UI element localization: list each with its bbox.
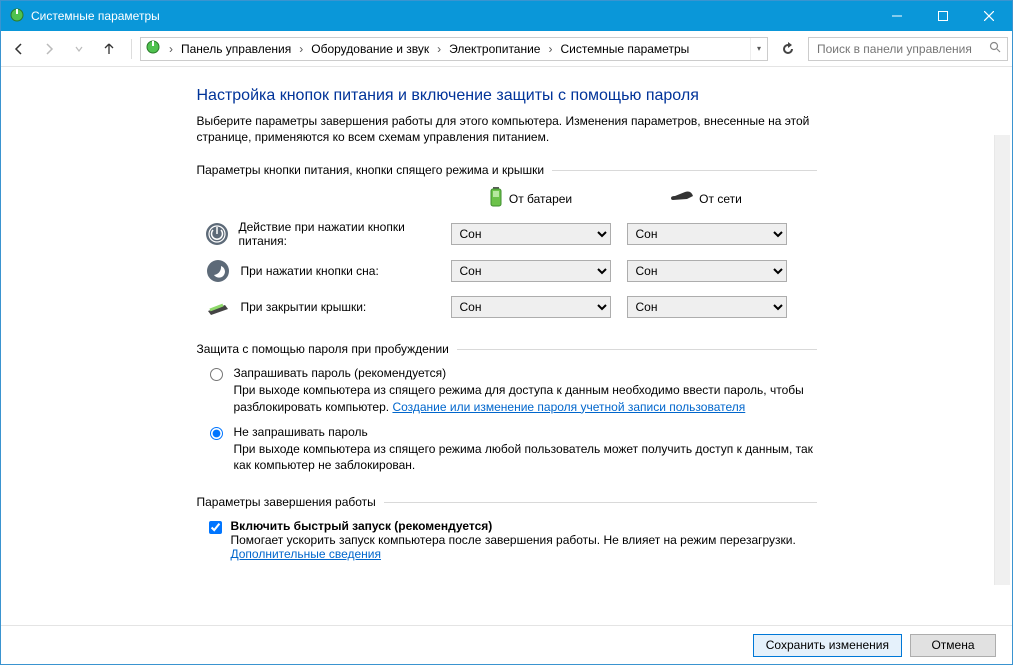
section-title: Защита с помощью пароля при пробуждении <box>197 342 449 356</box>
chevron-right-icon[interactable]: › <box>544 38 556 60</box>
radio-no-password-input[interactable] <box>210 427 223 440</box>
scrollbar[interactable] <box>994 135 1010 585</box>
checkbox-fast-startup[interactable]: Включить быстрый запуск (рекомендуется) … <box>205 519 817 561</box>
breadcrumb-item[interactable]: Панель управления <box>177 38 295 60</box>
radio-label: Запрашивать пароль (рекомендуется) <box>234 366 817 380</box>
row-lid-close: При закрытии крышки: <box>205 294 435 320</box>
breadcrumb-item[interactable]: Системные параметры <box>556 38 693 60</box>
section-header-buttons: Параметры кнопки питания, кнопки спящего… <box>197 163 817 177</box>
section-title: Параметры кнопки питания, кнопки спящего… <box>197 163 545 177</box>
search-box[interactable] <box>808 37 1008 61</box>
lid-close-ac-select[interactable]: Сон <box>627 296 787 318</box>
section-title: Параметры завершения работы <box>197 495 376 509</box>
search-input[interactable] <box>815 41 989 57</box>
titlebar: Системные параметры <box>1 1 1012 31</box>
breadcrumb-item[interactable]: Оборудование и звук <box>307 38 433 60</box>
cancel-button[interactable]: Отмена <box>910 634 996 657</box>
section-header-password: Защита с помощью пароля при пробуждении <box>197 342 817 356</box>
column-header-battery: От батареи <box>451 187 611 210</box>
battery-icon <box>489 187 503 210</box>
radio-description: При выходе компьютера из спящего режима … <box>234 441 817 473</box>
minimize-button[interactable] <box>874 1 920 31</box>
back-button[interactable] <box>5 35 33 63</box>
close-button[interactable] <box>966 1 1012 31</box>
chevron-right-icon[interactable]: › <box>165 38 177 60</box>
laptop-lid-icon <box>205 294 231 320</box>
radio-label: Не запрашивать пароль <box>234 425 817 439</box>
radio-no-password[interactable]: Не запрашивать пароль При выходе компьют… <box>205 425 817 473</box>
sleep-button-ac-select[interactable]: Сон <box>627 260 787 282</box>
up-button[interactable] <box>95 35 123 63</box>
checkbox-label: Включить быстрый запуск (рекомендуется) <box>231 519 817 533</box>
power-button-ac-select[interactable]: Сон <box>627 223 787 245</box>
breadcrumb-icon <box>145 39 161 58</box>
chevron-right-icon[interactable]: › <box>433 38 445 60</box>
content-area: Настройка кнопок питания и включение защ… <box>1 67 1012 626</box>
footer: Сохранить изменения Отмена <box>1 626 1012 664</box>
checkbox-description: Помогает ускорить запуск компьютера посл… <box>231 533 817 561</box>
page-description: Выберите параметры завершения работы для… <box>197 113 817 145</box>
search-icon <box>989 41 1001 56</box>
row-sleep-button: При нажатии кнопки сна: <box>205 258 435 284</box>
page-title: Настройка кнопок питания и включение защ… <box>197 87 817 105</box>
radio-require-password-input[interactable] <box>210 368 223 381</box>
navbar: › Панель управления › Оборудование и зву… <box>1 31 1012 67</box>
forward-button[interactable] <box>35 35 63 63</box>
power-button-icon <box>205 221 229 247</box>
row-power-button: Действие при нажатии кнопки питания: <box>205 220 435 248</box>
create-password-link[interactable]: Создание или изменение пароля учетной за… <box>392 400 745 414</box>
sleep-button-battery-select[interactable]: Сон <box>451 260 611 282</box>
recent-dropdown[interactable] <box>65 35 93 63</box>
window-title: Системные параметры <box>31 9 160 23</box>
section-header-shutdown: Параметры завершения работы <box>197 495 817 509</box>
more-info-link[interactable]: Дополнительные сведения <box>231 547 381 561</box>
maximize-button[interactable] <box>920 1 966 31</box>
breadcrumb-item[interactable]: Электропитание <box>445 38 544 60</box>
radio-description: При выходе компьютера из спящего режима … <box>234 382 817 414</box>
power-button-battery-select[interactable]: Сон <box>451 223 611 245</box>
save-button[interactable]: Сохранить изменения <box>753 634 902 657</box>
refresh-button[interactable] <box>776 37 800 61</box>
separator <box>131 39 132 59</box>
lid-close-battery-select[interactable]: Сон <box>451 296 611 318</box>
app-icon <box>9 7 25 26</box>
column-header-ac: От сети <box>627 190 787 207</box>
plug-icon <box>671 190 693 207</box>
breadcrumb-dropdown[interactable]: ▾ <box>750 38 767 60</box>
breadcrumb[interactable]: › Панель управления › Оборудование и зву… <box>140 37 768 61</box>
sleep-button-icon <box>205 258 231 284</box>
fast-startup-checkbox[interactable] <box>209 521 222 534</box>
chevron-right-icon[interactable]: › <box>295 38 307 60</box>
radio-require-password[interactable]: Запрашивать пароль (рекомендуется) При в… <box>205 366 817 414</box>
